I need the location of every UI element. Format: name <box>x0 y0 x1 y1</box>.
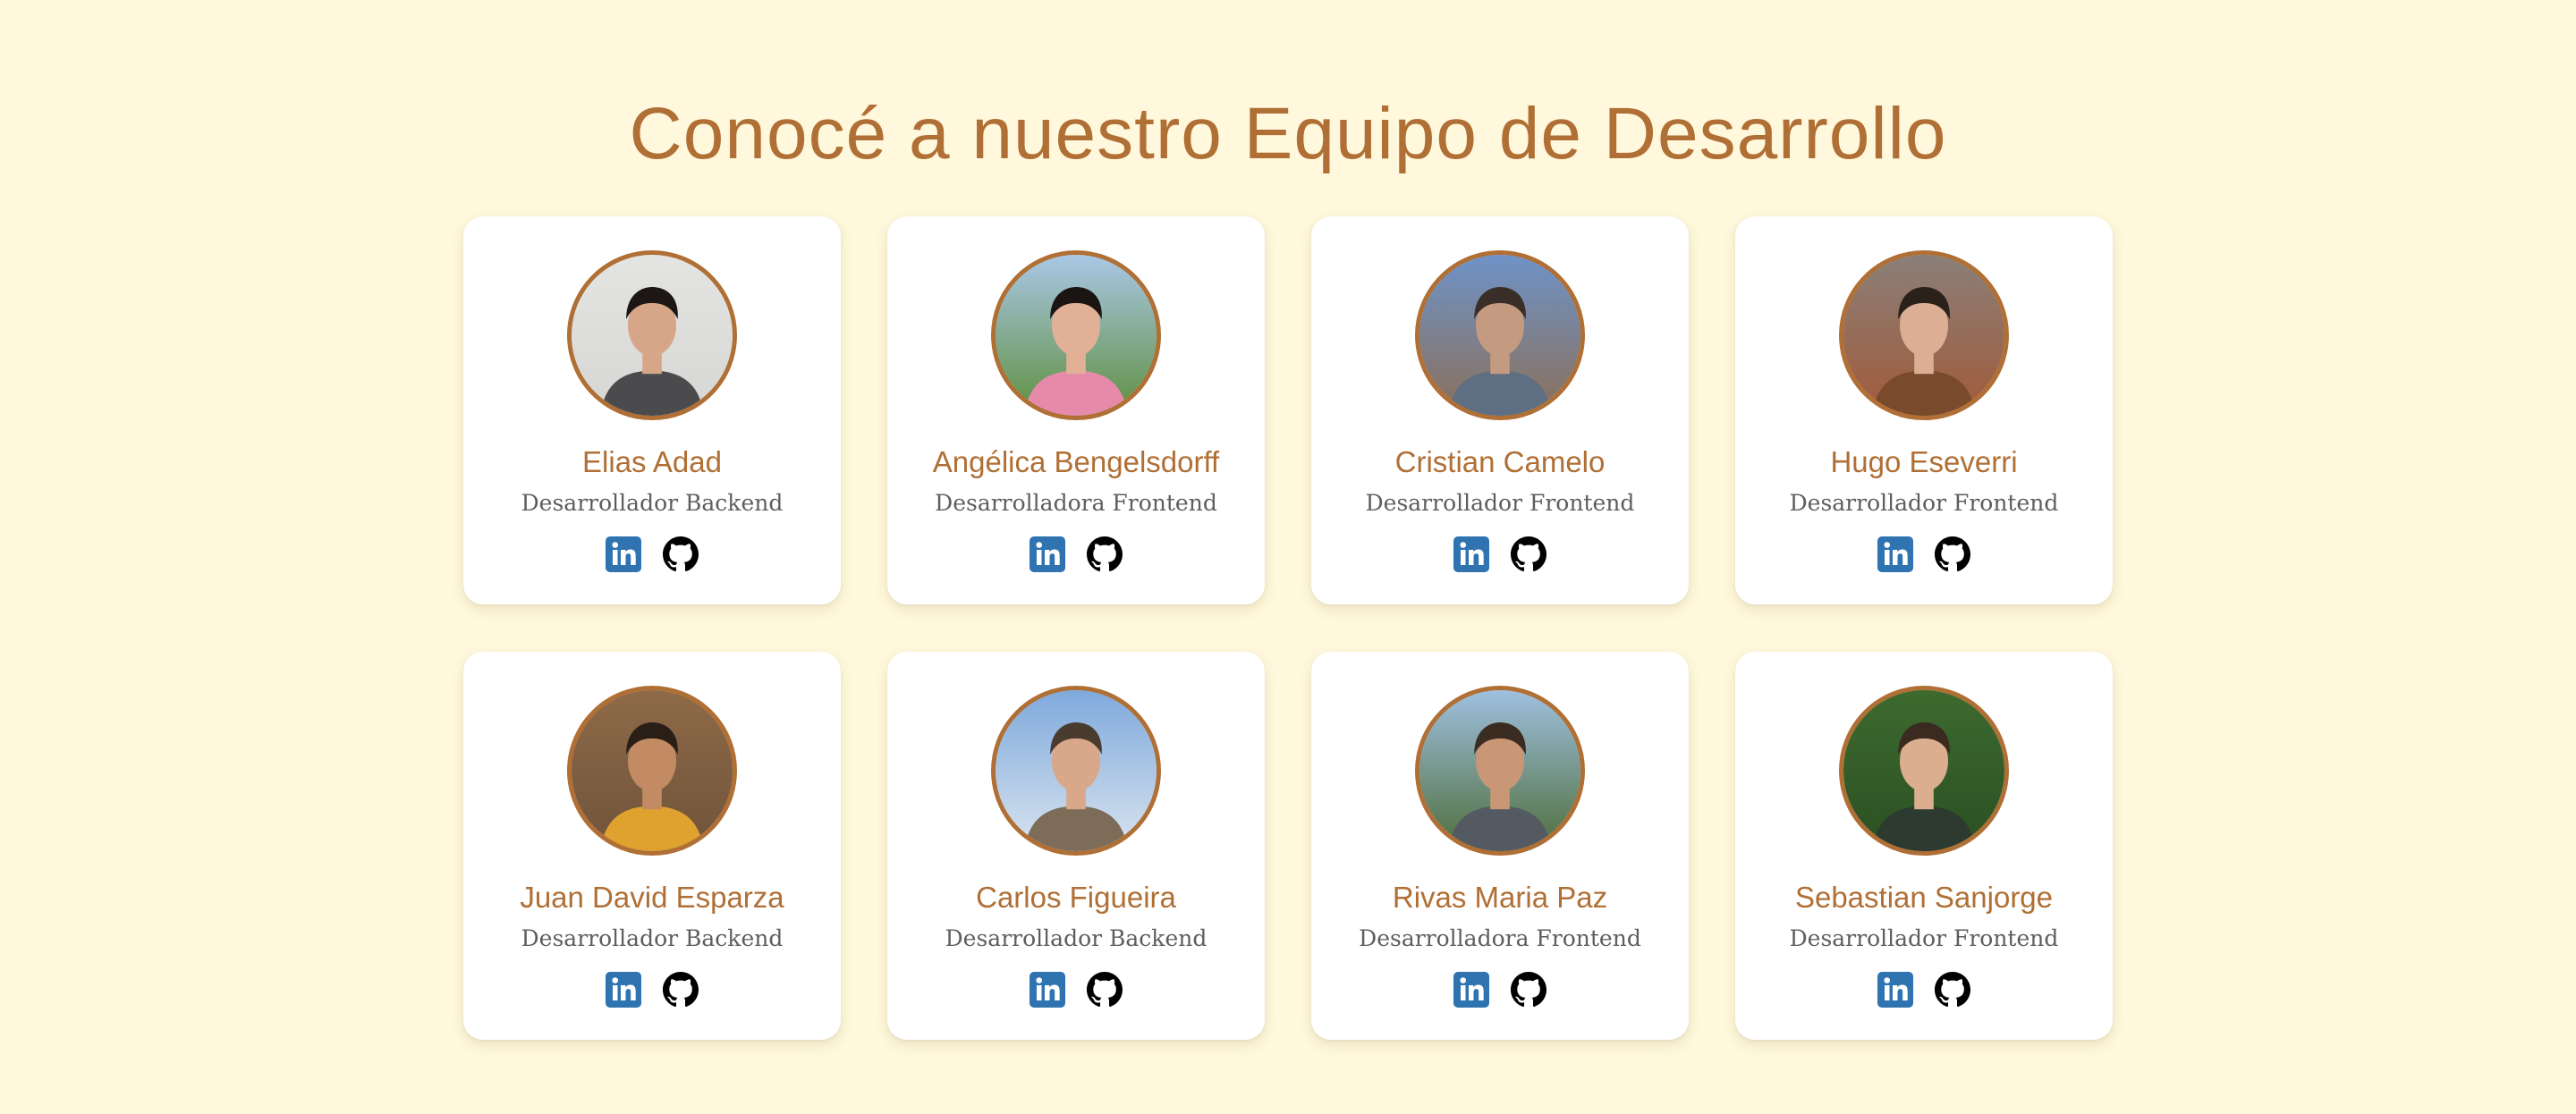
member-name: Angélica Bengelsdorff <box>932 445 1220 478</box>
member-role: Desarrollador Frontend <box>1789 490 2059 516</box>
linkedin-icon <box>1453 972 1489 1008</box>
team-member-card: Elias Adad Desarrollador Backend <box>463 216 841 604</box>
github-link[interactable] <box>1087 972 1123 1008</box>
team-member-card: Juan David Esparza Desarrollador Backend <box>463 652 841 1040</box>
avatar <box>567 250 737 420</box>
linkedin-icon <box>1030 536 1065 572</box>
github-link[interactable] <box>1511 536 1546 572</box>
linkedin-link[interactable] <box>1877 972 1913 1008</box>
linkedin-link[interactable] <box>1030 536 1065 572</box>
member-name: Hugo Eseverri <box>1830 445 2018 478</box>
portrait-image <box>572 255 733 416</box>
github-icon <box>1087 536 1123 572</box>
linkedin-icon <box>1877 972 1913 1008</box>
linkedin-link[interactable] <box>606 972 641 1008</box>
avatar <box>1415 250 1585 420</box>
github-icon <box>1087 972 1123 1008</box>
member-name: Cristian Camelo <box>1394 445 1606 478</box>
github-icon <box>663 536 699 572</box>
portrait-image <box>1843 255 2004 416</box>
page-title: Conocé a nuestro Equipo de Desarrollo <box>629 93 1947 174</box>
avatar <box>1839 686 2009 856</box>
member-role: Desarrollador Backend <box>945 925 1208 951</box>
social-links <box>887 536 1265 572</box>
linkedin-link[interactable] <box>1877 536 1913 572</box>
social-links <box>463 972 841 1008</box>
linkedin-icon <box>606 536 641 572</box>
member-role: Desarrolladora Frontend <box>1359 925 1641 951</box>
social-links <box>1735 536 2113 572</box>
member-role: Desarrollador Backend <box>521 490 784 516</box>
linkedin-link[interactable] <box>1453 972 1489 1008</box>
github-link[interactable] <box>1511 972 1546 1008</box>
linkedin-icon <box>1030 972 1065 1008</box>
github-icon <box>1935 536 1970 572</box>
github-link[interactable] <box>1935 536 1970 572</box>
team-member-card: Carlos Figueira Desarrollador Backend <box>887 652 1265 1040</box>
member-role: Desarrollador Frontend <box>1789 925 2059 951</box>
portrait-image <box>1419 690 1580 851</box>
team-member-card: Hugo Eseverri Desarrollador Frontend <box>1735 216 2113 604</box>
linkedin-link[interactable] <box>606 536 641 572</box>
linkedin-icon <box>1453 536 1489 572</box>
linkedin-link[interactable] <box>1030 972 1065 1008</box>
github-link[interactable] <box>663 536 699 572</box>
linkedin-link[interactable] <box>1453 536 1489 572</box>
team-member-card: Rivas Maria Paz Desarrolladora Frontend <box>1311 652 1689 1040</box>
member-name: Sebastian Sanjorge <box>1794 881 2054 914</box>
portrait-image <box>996 255 1157 416</box>
avatar <box>1839 250 2009 420</box>
member-name: Rivas Maria Paz <box>1392 881 1608 914</box>
avatar <box>991 686 1161 856</box>
team-member-card: Sebastian Sanjorge Desarrollador Fronten… <box>1735 652 2113 1040</box>
avatar <box>1415 686 1585 856</box>
portrait-image <box>996 690 1157 851</box>
social-links <box>1311 536 1689 572</box>
github-link[interactable] <box>663 972 699 1008</box>
social-links <box>1735 972 2113 1008</box>
portrait-image <box>1419 255 1580 416</box>
social-links <box>1311 972 1689 1008</box>
github-icon <box>1935 972 1970 1008</box>
member-role: Desarrollador Frontend <box>1365 490 1635 516</box>
team-member-card: Cristian Camelo Desarrollador Frontend <box>1311 216 1689 604</box>
social-links <box>887 972 1265 1008</box>
github-icon <box>1511 972 1546 1008</box>
linkedin-icon <box>606 972 641 1008</box>
portrait-image <box>572 690 733 851</box>
social-links <box>463 536 841 572</box>
linkedin-icon <box>1877 536 1913 572</box>
team-member-card: Angélica Bengelsdorff Desarrolladora Fro… <box>887 216 1265 604</box>
avatar <box>567 686 737 856</box>
github-icon <box>1511 536 1546 572</box>
member-name: Elias Adad <box>582 445 722 478</box>
team-grid: Elias Adad Desarrollador Backend Angélic… <box>463 216 2113 1040</box>
github-link[interactable] <box>1935 972 1970 1008</box>
member-role: Desarrollador Backend <box>521 925 784 951</box>
portrait-image <box>1843 690 2004 851</box>
github-link[interactable] <box>1087 536 1123 572</box>
avatar <box>991 250 1161 420</box>
member-name: Juan David Esparza <box>520 881 784 914</box>
member-name: Carlos Figueira <box>976 881 1176 914</box>
github-icon <box>663 972 699 1008</box>
member-role: Desarrolladora Frontend <box>935 490 1217 516</box>
